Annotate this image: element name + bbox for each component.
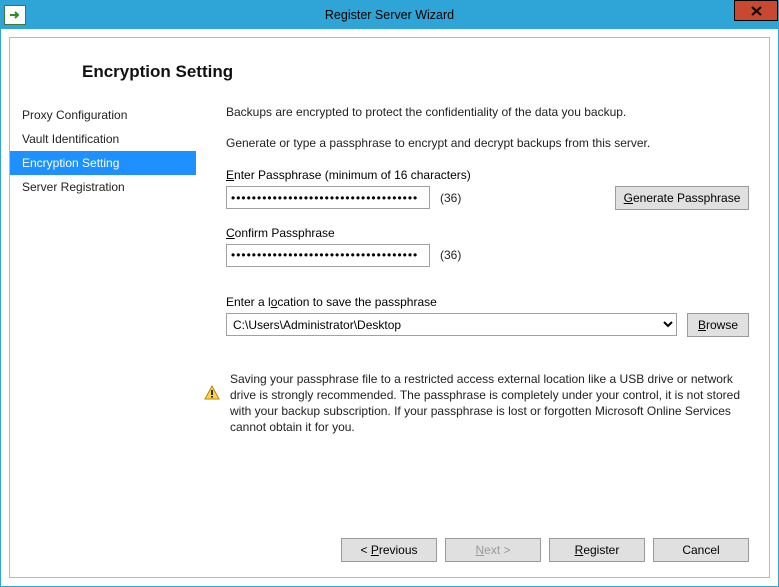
- sidebar: Proxy Configuration Vault Identification…: [10, 100, 196, 523]
- location-select[interactable]: C:\Users\Administrator\Desktop: [226, 313, 677, 336]
- browse-button[interactable]: Browse: [687, 313, 749, 337]
- enter-passphrase-label: Enter Passphrase (minimum of 16 characte…: [226, 168, 749, 182]
- previous-button[interactable]: < Previous: [341, 538, 437, 562]
- description-2: Generate or type a passphrase to encrypt…: [226, 135, 749, 152]
- wizard-window: Register Server Wizard Encryption Settin…: [0, 0, 779, 587]
- content-inner: Encryption Setting Proxy Configuration V…: [9, 37, 770, 578]
- page-heading: Encryption Setting: [82, 62, 769, 82]
- close-button[interactable]: [734, 0, 778, 21]
- location-row: C:\Users\Administrator\Desktop Browse: [226, 313, 749, 337]
- generate-passphrase-button[interactable]: Generate Passphrase: [615, 186, 749, 210]
- sidebar-item-registration[interactable]: Server Registration: [10, 175, 196, 199]
- sidebar-item-encryption[interactable]: Encryption Setting: [10, 151, 196, 175]
- warning-block: Saving your passphrase file to a restric…: [204, 371, 749, 436]
- close-icon: [751, 6, 762, 16]
- window-title: Register Server Wizard: [1, 8, 778, 22]
- titlebar: Register Server Wizard: [1, 1, 778, 29]
- heading-area: Encryption Setting: [10, 38, 769, 100]
- content-outer: Encryption Setting Proxy Configuration V…: [1, 29, 778, 586]
- sidebar-item-vault[interactable]: Vault Identification: [10, 127, 196, 151]
- confirm-passphrase-input[interactable]: [226, 244, 430, 267]
- location-label: Enter a location to save the passphrase: [226, 295, 749, 309]
- enter-passphrase-input[interactable]: [226, 186, 430, 209]
- register-button[interactable]: Register: [549, 538, 645, 562]
- enter-passphrase-row: (36) Generate Passphrase: [226, 186, 749, 210]
- confirm-passphrase-row: (36): [226, 244, 749, 267]
- main-panel: Backups are encrypted to protect the con…: [196, 100, 769, 523]
- warning-text: Saving your passphrase file to a restric…: [230, 371, 749, 436]
- confirm-passphrase-label: Confirm Passphrase: [226, 226, 749, 240]
- enter-passphrase-count: (36): [440, 191, 461, 205]
- description-1: Backups are encrypted to protect the con…: [226, 104, 749, 121]
- confirm-passphrase-count: (36): [440, 248, 461, 262]
- cancel-button[interactable]: Cancel: [653, 538, 749, 562]
- body-area: Proxy Configuration Vault Identification…: [10, 100, 769, 523]
- footer: < Previous Next > Register Cancel: [10, 523, 769, 577]
- warning-icon: [204, 385, 220, 404]
- sidebar-item-proxy[interactable]: Proxy Configuration: [10, 103, 196, 127]
- next-button[interactable]: Next >: [445, 538, 541, 562]
